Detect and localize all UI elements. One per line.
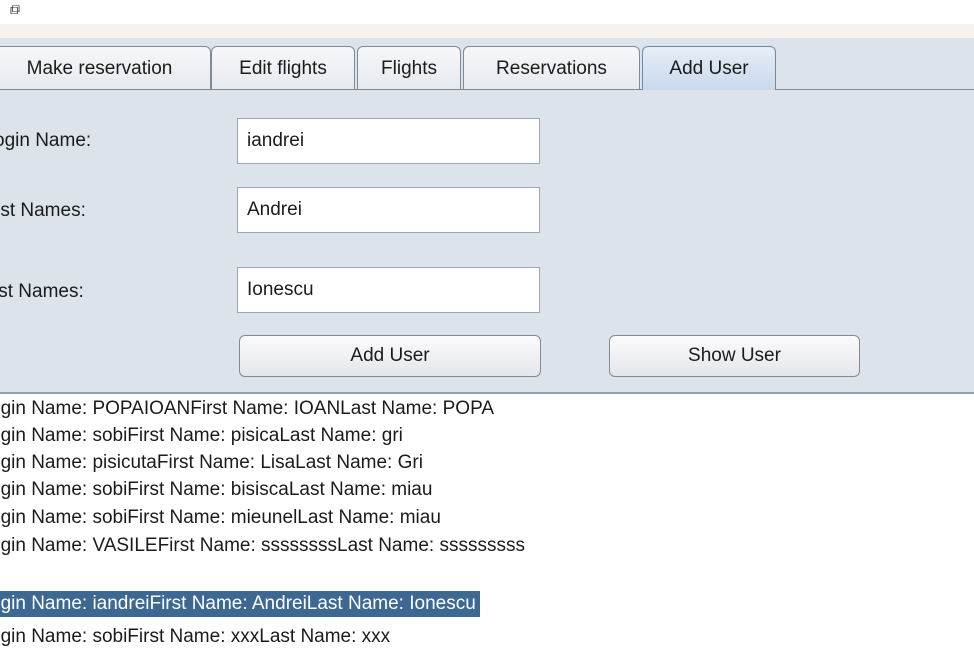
tab-label: Add User bbox=[669, 58, 749, 79]
first-name-label: rst Names: bbox=[0, 200, 86, 221]
tab-label: Reservations bbox=[496, 58, 607, 79]
add-user-button[interactable]: Add User bbox=[239, 335, 541, 377]
list-item-text: ogin Name: pisicutaFirst Name: LisaLast … bbox=[0, 452, 423, 473]
list-item-selected[interactable]: ogin Name: iandreiFirst Name: AndreiLast… bbox=[0, 591, 480, 617]
login-name-label: ogin Name: bbox=[0, 130, 92, 151]
list-item-text: ogin Name: VASILEFirst Name: ssssssssLas… bbox=[0, 535, 525, 556]
first-name-field[interactable] bbox=[237, 187, 540, 233]
window-restore-icon[interactable]: ⧉ bbox=[10, 1, 20, 17]
tab-reservations[interactable]: Reservations bbox=[463, 46, 640, 89]
title-strip: ⧉ bbox=[0, 0, 974, 38]
tab-label: Flights bbox=[381, 58, 437, 79]
list-item-text: ogin Name: POPAIOANFirst Name: IOANLast … bbox=[0, 398, 495, 419]
list-item[interactable]: ogin Name: VASILEFirst Name: ssssssssLas… bbox=[0, 533, 529, 559]
list-item[interactable]: ogin Name: sobiFirst Name: xxxLast Name:… bbox=[0, 624, 394, 650]
tab-make-reservation[interactable]: Make reservation bbox=[0, 46, 211, 89]
tab-label: Make reservation bbox=[26, 58, 173, 79]
list-item[interactable]: ogin Name: sobiFirst Name: bisiscaLast N… bbox=[0, 477, 436, 503]
tabbed-pane: Make reservation Edit flights Flights Re… bbox=[0, 38, 974, 394]
last-name-label: ist Names: bbox=[0, 281, 84, 302]
list-item[interactable]: ogin Name: sobiFirst Name: mieunelLast N… bbox=[0, 505, 445, 531]
list-item[interactable]: ogin Name: POPAIOANFirst Name: IOANLast … bbox=[0, 396, 498, 422]
tab-bar: Make reservation Edit flights Flights Re… bbox=[0, 46, 974, 90]
app-window: ⧉ Make reservation Edit flights Flights … bbox=[0, 0, 974, 664]
list-item-text: ogin Name: sobiFirst Name: bisiscaLast N… bbox=[0, 479, 433, 500]
list-item-text: ogin Name: sobiFirst Name: xxxLast Name:… bbox=[0, 626, 391, 647]
login-name-field[interactable] bbox=[237, 118, 540, 164]
tab-add-user[interactable]: Add User bbox=[642, 46, 776, 90]
list-item-text: ogin Name: iandreiFirst Name: AndreiLast… bbox=[0, 591, 480, 617]
tab-edit-flights[interactable]: Edit flights bbox=[211, 46, 355, 89]
title-band bbox=[0, 24, 974, 38]
tab-flights[interactable]: Flights bbox=[357, 46, 461, 89]
show-user-button[interactable]: Show User bbox=[609, 335, 860, 377]
list-item-text: ogin Name: sobiFirst Name: pisicaLast Na… bbox=[0, 425, 403, 446]
last-name-field[interactable] bbox=[237, 267, 540, 313]
tab-label: Edit flights bbox=[239, 58, 327, 79]
list-item[interactable]: ogin Name: sobiFirst Name: pisicaLast Na… bbox=[0, 423, 407, 449]
list-item-text: ogin Name: sobiFirst Name: mieunelLast N… bbox=[0, 507, 441, 528]
list-item[interactable]: ogin Name: pisicutaFirst Name: LisaLast … bbox=[0, 450, 427, 476]
